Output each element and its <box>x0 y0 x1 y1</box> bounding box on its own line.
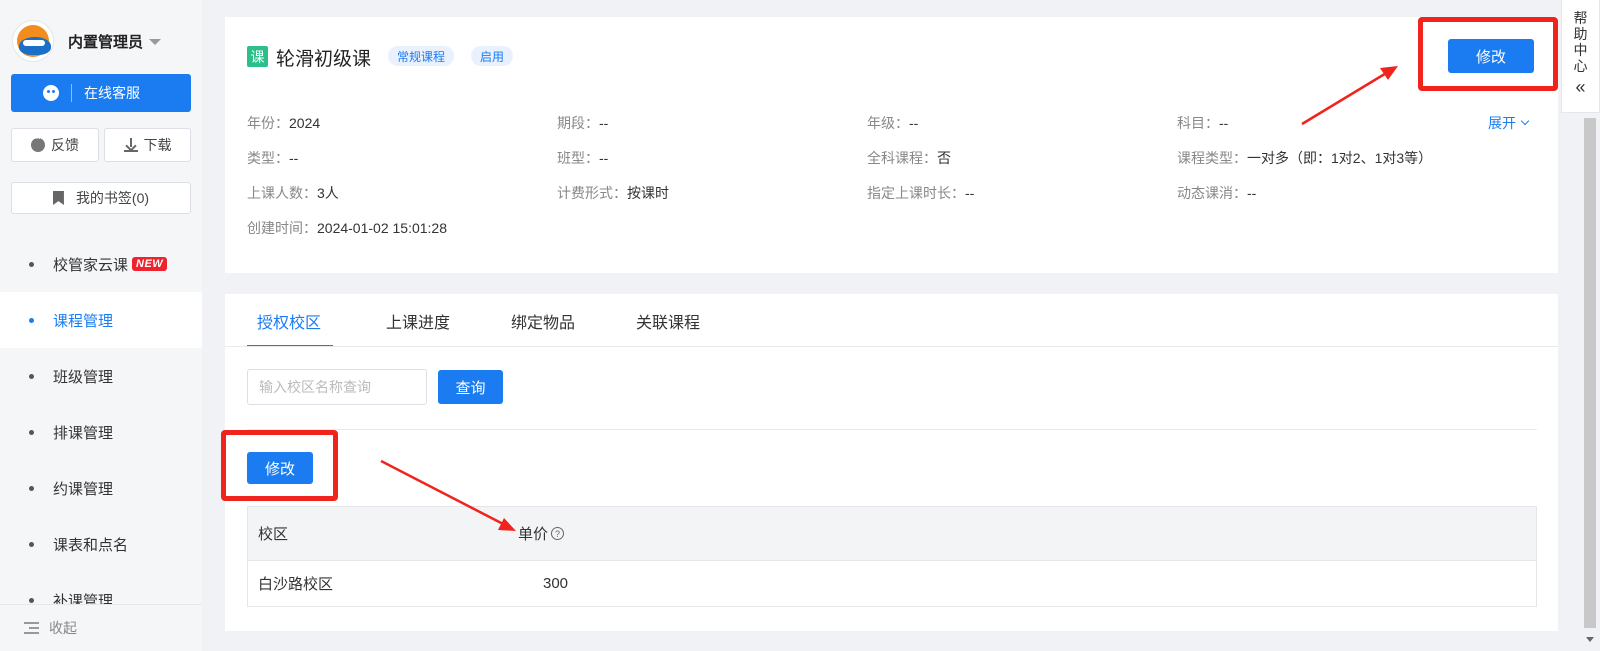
tag-course-type: 常规课程 <box>388 46 455 66</box>
expand-label: 展开 <box>1488 115 1516 131</box>
feedback-icon <box>31 133 45 152</box>
sidebar-item-course-management[interactable]: 课程管理 <box>0 292 202 348</box>
course-title: 轮滑初级课 <box>276 49 372 70</box>
divider <box>225 346 1558 347</box>
download-icon <box>123 138 138 152</box>
feedback-label: 反馈 <box>51 137 79 153</box>
sidebar-item-booking-management[interactable]: 约课管理 <box>0 460 202 516</box>
bullet-icon <box>29 485 34 491</box>
scroll-down-arrow-icon[interactable] <box>1586 637 1594 642</box>
online-service-label: 在线客服 <box>84 85 140 101</box>
sidebar-menu: 校管家云课 NEW 课程管理 班级管理 排课管理 约课管理 课表和点名 补课管理 <box>0 236 202 628</box>
double-chevron-left-icon: « <box>1575 77 1586 97</box>
header-campus: 校区 <box>258 526 289 543</box>
tab-progress[interactable]: 上课进度 <box>378 294 458 347</box>
sidebar-item-label: 课程管理 <box>53 312 114 330</box>
bullet-icon <box>29 597 34 603</box>
download-label: 下载 <box>143 137 172 153</box>
header-price-label: 单价 <box>518 526 549 543</box>
info-grade: 年级：-- <box>867 115 919 131</box>
collapse-icon <box>24 622 39 634</box>
online-service-button[interactable]: 在线客服 <box>11 74 191 112</box>
new-badge: NEW <box>132 257 168 271</box>
course-detail-card: 授权校区 上课进度 绑定物品 关联课程 查询 修改 校区 单价 ? 白沙路校区 … <box>221 294 1558 631</box>
collapse-label: 收起 <box>49 620 77 636</box>
feedback-button[interactable]: 反馈 <box>11 128 99 162</box>
info-row: 上课人数：3人 计费形式：按课时 指定上课时长：-- 动态课消：-- <box>247 183 1537 218</box>
info-course-category: 课程类型：一对多（即：1对2、1对3等） <box>1177 150 1433 166</box>
table-row: 白沙路校区 300 <box>248 561 1536 606</box>
collapse-sidebar-button[interactable]: 收起 <box>0 604 202 651</box>
bullet-icon <box>29 261 34 267</box>
divider <box>247 429 1537 430</box>
info-row: 年份：2024 期段：-- 年级：-- 科目：-- <box>247 113 1537 148</box>
bullet-icon <box>29 541 34 547</box>
sidebar-item-label: 排课管理 <box>53 424 114 442</box>
tab-related-courses[interactable]: 关联课程 <box>628 294 708 347</box>
sidebar-item-class-management[interactable]: 班级管理 <box>0 348 202 404</box>
expand-button[interactable]: 展开 <box>1488 113 1530 133</box>
search-button[interactable]: 查询 <box>438 370 503 404</box>
username: 内置管理员 <box>68 33 144 51</box>
info-capacity: 上课人数：3人 <box>247 185 339 201</box>
download-button[interactable]: 下载 <box>104 128 191 162</box>
bullet-icon <box>29 317 34 323</box>
bookmark-label: 我的书签(0) <box>75 190 150 206</box>
tab-bar: 授权校区 上课进度 绑定物品 关联课程 <box>247 294 753 347</box>
help-center-label: 帮助中心 <box>1573 10 1588 74</box>
info-subject: 科目：-- <box>1177 115 1229 131</box>
info-row: 创建时间：2024-01-02 15:01:28 <box>247 218 1537 253</box>
chat-icon <box>43 85 59 101</box>
tab-authorized-campus[interactable]: 授权校区 <box>247 294 334 347</box>
edit-campus-price-button[interactable]: 修改 <box>247 452 313 484</box>
sidebar-item-label: 约课管理 <box>53 480 114 498</box>
edit-course-button[interactable]: 修改 <box>1448 39 1534 73</box>
info-full-subject: 全科课程：否 <box>867 150 951 166</box>
info-created-time: 创建时间：2024-01-02 15:01:28 <box>247 220 447 236</box>
course-info-grid: 年份：2024 期段：-- 年级：-- 科目：-- 类型：-- 班型：-- 全科… <box>247 113 1537 253</box>
cell-price: 300 <box>543 575 569 592</box>
campus-price-table: 校区 单价 ? 白沙路校区 300 <box>247 506 1537 607</box>
sidebar-item-timetable-rollcall[interactable]: 课表和点名 <box>0 516 202 572</box>
sidebar-item-label: 课表和点名 <box>53 536 129 554</box>
tab-bound-items[interactable]: 绑定物品 <box>503 294 583 347</box>
bullet-icon <box>29 373 34 379</box>
chevron-down-icon <box>1520 116 1530 126</box>
table-header: 校区 单价 ? <box>248 507 1536 561</box>
avatar <box>12 20 54 62</box>
tag-status: 启用 <box>471 46 514 66</box>
info-class-type: 班型：-- <box>557 150 609 166</box>
info-dynamic-consume: 动态课消：-- <box>1177 185 1257 201</box>
bookmark-button[interactable]: 我的书签(0) <box>11 182 191 214</box>
caret-down-icon <box>149 39 162 45</box>
separator <box>71 84 72 102</box>
question-icon[interactable]: ? <box>551 527 565 540</box>
info-billing: 计费形式：按课时 <box>557 185 669 201</box>
info-row: 类型：-- 班型：-- 全科课程：否 课程类型：一对多（即：1对2、1对3等） <box>247 148 1537 183</box>
campus-search-input[interactable] <box>247 369 427 405</box>
sidebar-item-schedule-management[interactable]: 排课管理 <box>0 404 202 460</box>
sidebar: 内置管理员 在线客服 反馈 下载 我的书签(0) 校管家云课 NEW 课程管理 … <box>0 0 202 651</box>
info-year: 年份：2024 <box>247 115 321 131</box>
help-center-panel[interactable]: 帮助中心 « <box>1561 0 1600 113</box>
cell-campus: 白沙路校区 <box>258 576 334 593</box>
info-period: 期段：-- <box>557 115 609 131</box>
user-menu[interactable]: 内置管理员 <box>12 20 162 62</box>
info-duration: 指定上课时长：-- <box>867 185 975 201</box>
course-badge: 课 <box>247 46 268 67</box>
header-price: 单价 ? <box>518 523 818 544</box>
bookmark-icon <box>52 191 64 205</box>
sidebar-item-label: 班级管理 <box>53 368 114 386</box>
bullet-icon <box>29 429 34 435</box>
course-info-card: 课 轮滑初级课 常规课程 启用 修改 年份：2024 期段：-- 年级：-- 科… <box>225 17 1558 273</box>
scrollbar-thumb[interactable] <box>1584 118 1596 628</box>
sidebar-item-cloud-course[interactable]: 校管家云课 NEW <box>0 236 202 292</box>
sidebar-item-label: 校管家云课 <box>53 256 129 274</box>
info-type: 类型：-- <box>247 150 299 166</box>
